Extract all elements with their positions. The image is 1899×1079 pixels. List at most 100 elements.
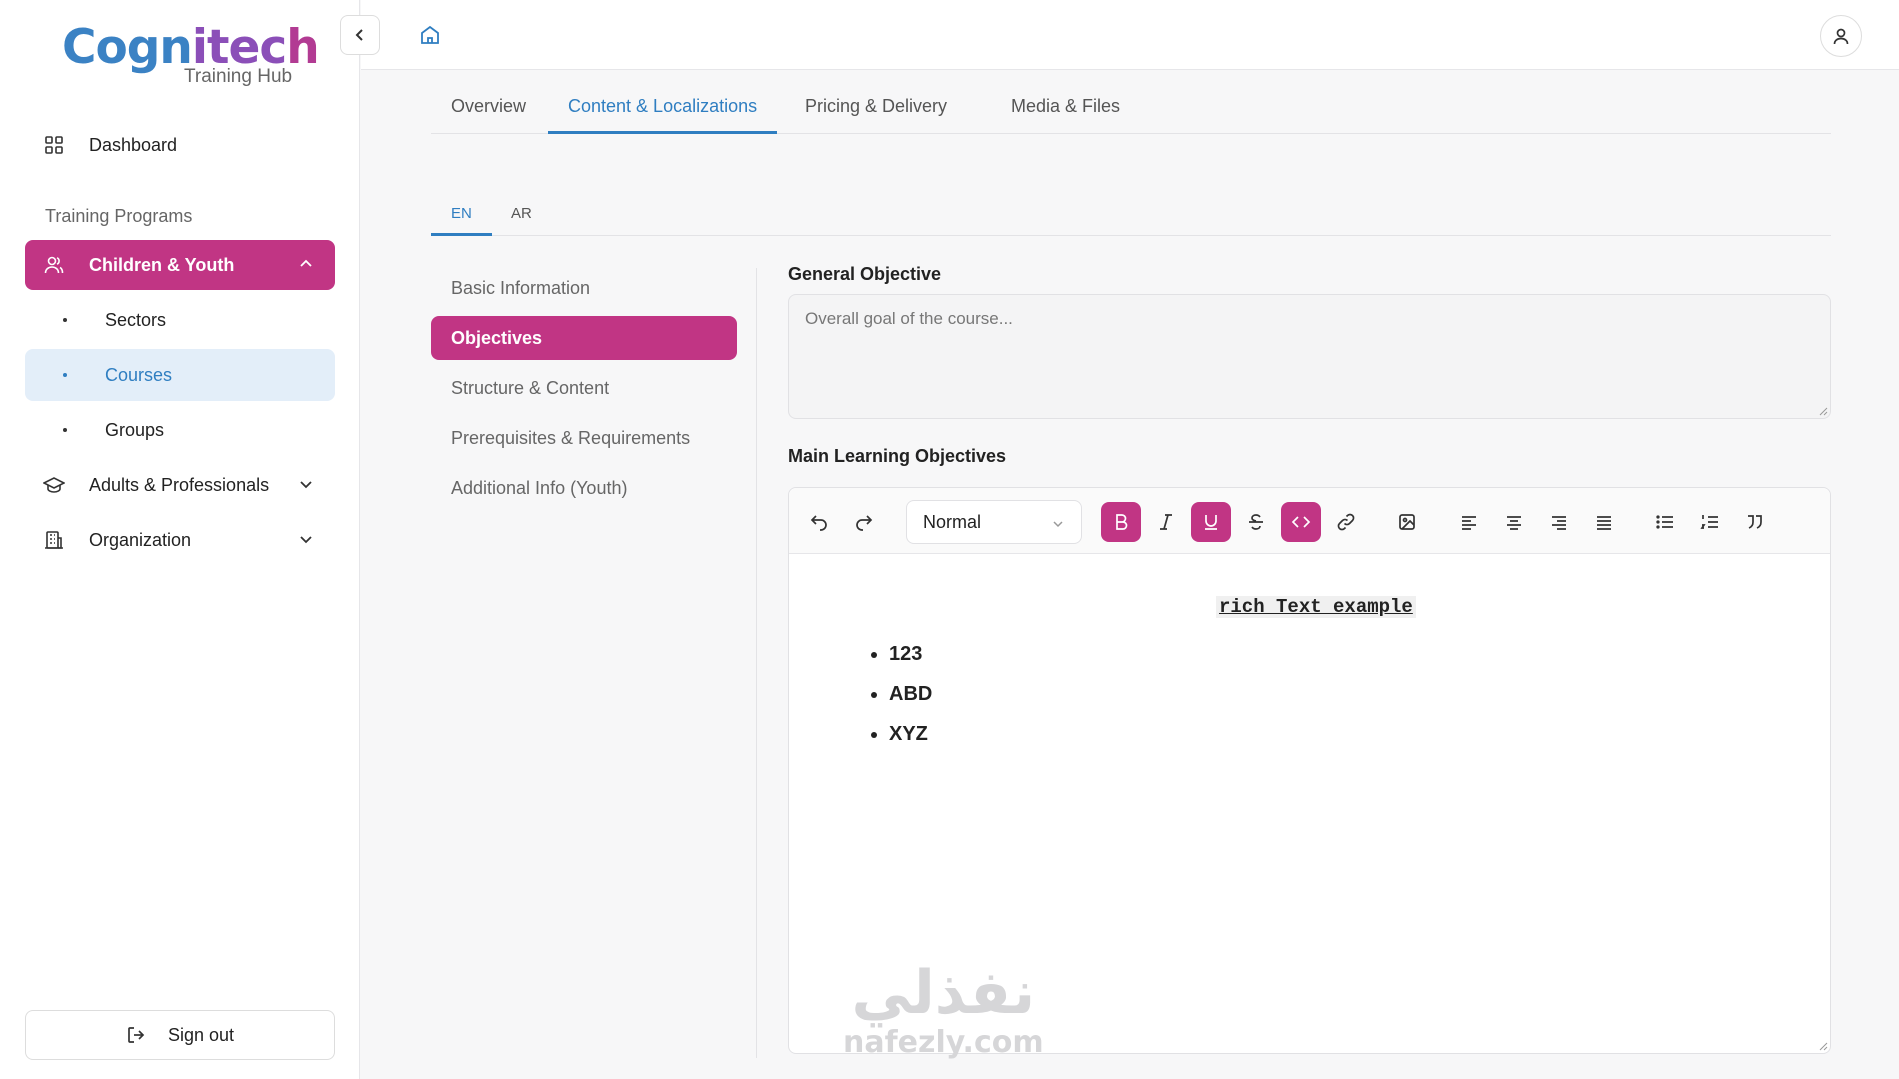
chevron-down-icon: [1053, 521, 1063, 528]
blockquote-button[interactable]: [1735, 502, 1775, 542]
graduation-cap-icon: [43, 474, 65, 496]
general-objective-placeholder: Overall goal of the course...: [805, 309, 1013, 328]
topbar: [361, 0, 1899, 70]
tab-overview[interactable]: Overview: [431, 88, 546, 134]
collapse-sidebar-button[interactable]: [340, 15, 380, 55]
users-icon: [43, 254, 65, 276]
strikethrough-icon: [1249, 514, 1263, 530]
sidebar-subitem-groups[interactable]: Groups: [25, 404, 335, 456]
rich-text-list: 123 ABD XYZ: [889, 634, 932, 754]
link-button[interactable]: [1326, 502, 1366, 542]
redo-icon: [856, 515, 873, 531]
resize-handle-icon[interactable]: [1818, 406, 1828, 416]
list-item: ABD: [889, 674, 932, 714]
sidebar-item-label: Adults & Professionals: [89, 474, 270, 495]
rich-text-title: rich Text example: [1216, 596, 1416, 618]
undo-button[interactable]: [799, 502, 839, 542]
italic-button[interactable]: [1146, 502, 1186, 542]
sidebar-subitem-sectors[interactable]: Sectors: [25, 294, 335, 346]
sidebar-item-organization[interactable]: Organization: [25, 515, 335, 565]
watermark: نفذلي nafezly.com: [843, 960, 1044, 1060]
align-left-icon: [1462, 516, 1476, 530]
language-tabs: EN AR: [431, 200, 1831, 236]
bullet-dot: [63, 318, 67, 322]
section-objectives[interactable]: Objectives: [431, 316, 737, 360]
code-icon: [1291, 516, 1311, 528]
bullet-dot: [63, 373, 67, 377]
list-item: 123: [889, 634, 932, 674]
align-center-button[interactable]: [1494, 502, 1534, 542]
sidebar-item-children-youth[interactable]: Children & Youth: [25, 240, 335, 290]
section-additional-info-youth[interactable]: Additional Info (Youth): [431, 466, 737, 510]
align-right-button[interactable]: [1539, 502, 1579, 542]
redo-button[interactable]: [844, 502, 884, 542]
code-button[interactable]: [1281, 502, 1321, 542]
align-right-icon: [1552, 516, 1566, 530]
bullet-list-button[interactable]: [1645, 502, 1685, 542]
sidebar: Cognitech Training Hub Dashboard Trainin…: [0, 0, 360, 1079]
section-basic-information[interactable]: Basic Information: [431, 266, 737, 310]
numbered-list-icon: [1700, 515, 1718, 529]
format-select[interactable]: Normal: [906, 500, 1082, 544]
logo: Cognitech Training Hub: [62, 20, 320, 88]
sidebar-subitem-label: Groups: [105, 419, 165, 440]
bullet-list-icon: [1656, 515, 1673, 529]
strikethrough-button[interactable]: [1236, 502, 1276, 542]
tab-lang-en[interactable]: EN: [431, 200, 492, 236]
quote-icon: [1748, 515, 1762, 529]
logo-subtitle: Training Hub: [184, 66, 293, 87]
tab-media-files[interactable]: Media & Files: [991, 88, 1140, 134]
chevron-left-icon: [355, 29, 363, 41]
align-justify-icon: [1597, 516, 1611, 530]
image-icon: [1399, 514, 1415, 530]
undo-icon: [810, 515, 827, 531]
list-item: XYZ: [889, 714, 932, 754]
section-divider: [756, 268, 757, 1058]
editor-toolbar: Normal: [789, 488, 1830, 554]
format-select-value: Normal: [923, 512, 982, 532]
logout-icon: [126, 1025, 146, 1045]
align-justify-button[interactable]: [1584, 502, 1624, 542]
image-button[interactable]: [1387, 502, 1427, 542]
underline-icon: [1205, 515, 1217, 530]
user-icon: [1833, 28, 1849, 45]
section-structure-content[interactable]: Structure & Content: [431, 366, 737, 410]
sidebar-item-label: Children & Youth: [89, 254, 235, 275]
general-objective-textarea[interactable]: Overall goal of the course...: [788, 294, 1831, 419]
general-objective-label: General Objective: [788, 264, 942, 284]
tab-pricing-delivery[interactable]: Pricing & Delivery: [785, 88, 967, 134]
resize-handle-icon[interactable]: [1818, 1041, 1828, 1051]
align-center-icon: [1507, 516, 1521, 530]
user-profile-button[interactable]: [1820, 15, 1862, 57]
building-icon: [43, 529, 65, 551]
numbered-list-button[interactable]: [1690, 502, 1730, 542]
dashboard-grid-icon: [43, 134, 65, 156]
sidebar-item-dashboard[interactable]: Dashboard: [25, 120, 335, 170]
sidebar-item-adults-professionals[interactable]: Adults & Professionals: [25, 460, 335, 510]
tab-content-localizations[interactable]: Content & Localizations: [548, 88, 778, 134]
sidebar-subitem-label: Sectors: [105, 309, 167, 330]
main-learning-objectives-label: Main Learning Objectives: [788, 446, 1007, 466]
italic-icon: [1160, 514, 1172, 530]
align-left-button[interactable]: [1449, 502, 1489, 542]
bold-button[interactable]: [1101, 502, 1141, 542]
section-prerequisites-requirements[interactable]: Prerequisites & Requirements: [431, 416, 737, 460]
watermark-arabic: نفذلي: [851, 958, 1036, 1028]
bold-icon: [1116, 514, 1128, 530]
bullet-dot: [63, 428, 67, 432]
sidebar-subitem-label: Courses: [105, 364, 173, 385]
main-tabs: Overview Content & Localizations Pricing…: [431, 88, 1831, 134]
chevron-up-icon: [297, 255, 315, 273]
sidebar-item-label: Dashboard: [89, 134, 178, 155]
section-label-training-programs: Training Programs: [45, 206, 193, 226]
sign-out-label: Sign out: [167, 1024, 235, 1045]
tab-lang-ar[interactable]: AR: [491, 200, 552, 236]
sidebar-item-label: Organization: [89, 529, 192, 550]
sidebar-subitem-courses[interactable]: Courses: [25, 349, 335, 401]
underline-button[interactable]: [1191, 502, 1231, 542]
home-icon[interactable]: [419, 24, 441, 46]
chevron-down-icon: [297, 530, 315, 548]
link-icon: [1337, 513, 1355, 531]
watermark-latin: nafezly.com: [843, 1025, 1044, 1060]
sign-out-button[interactable]: Sign out: [25, 1010, 335, 1060]
